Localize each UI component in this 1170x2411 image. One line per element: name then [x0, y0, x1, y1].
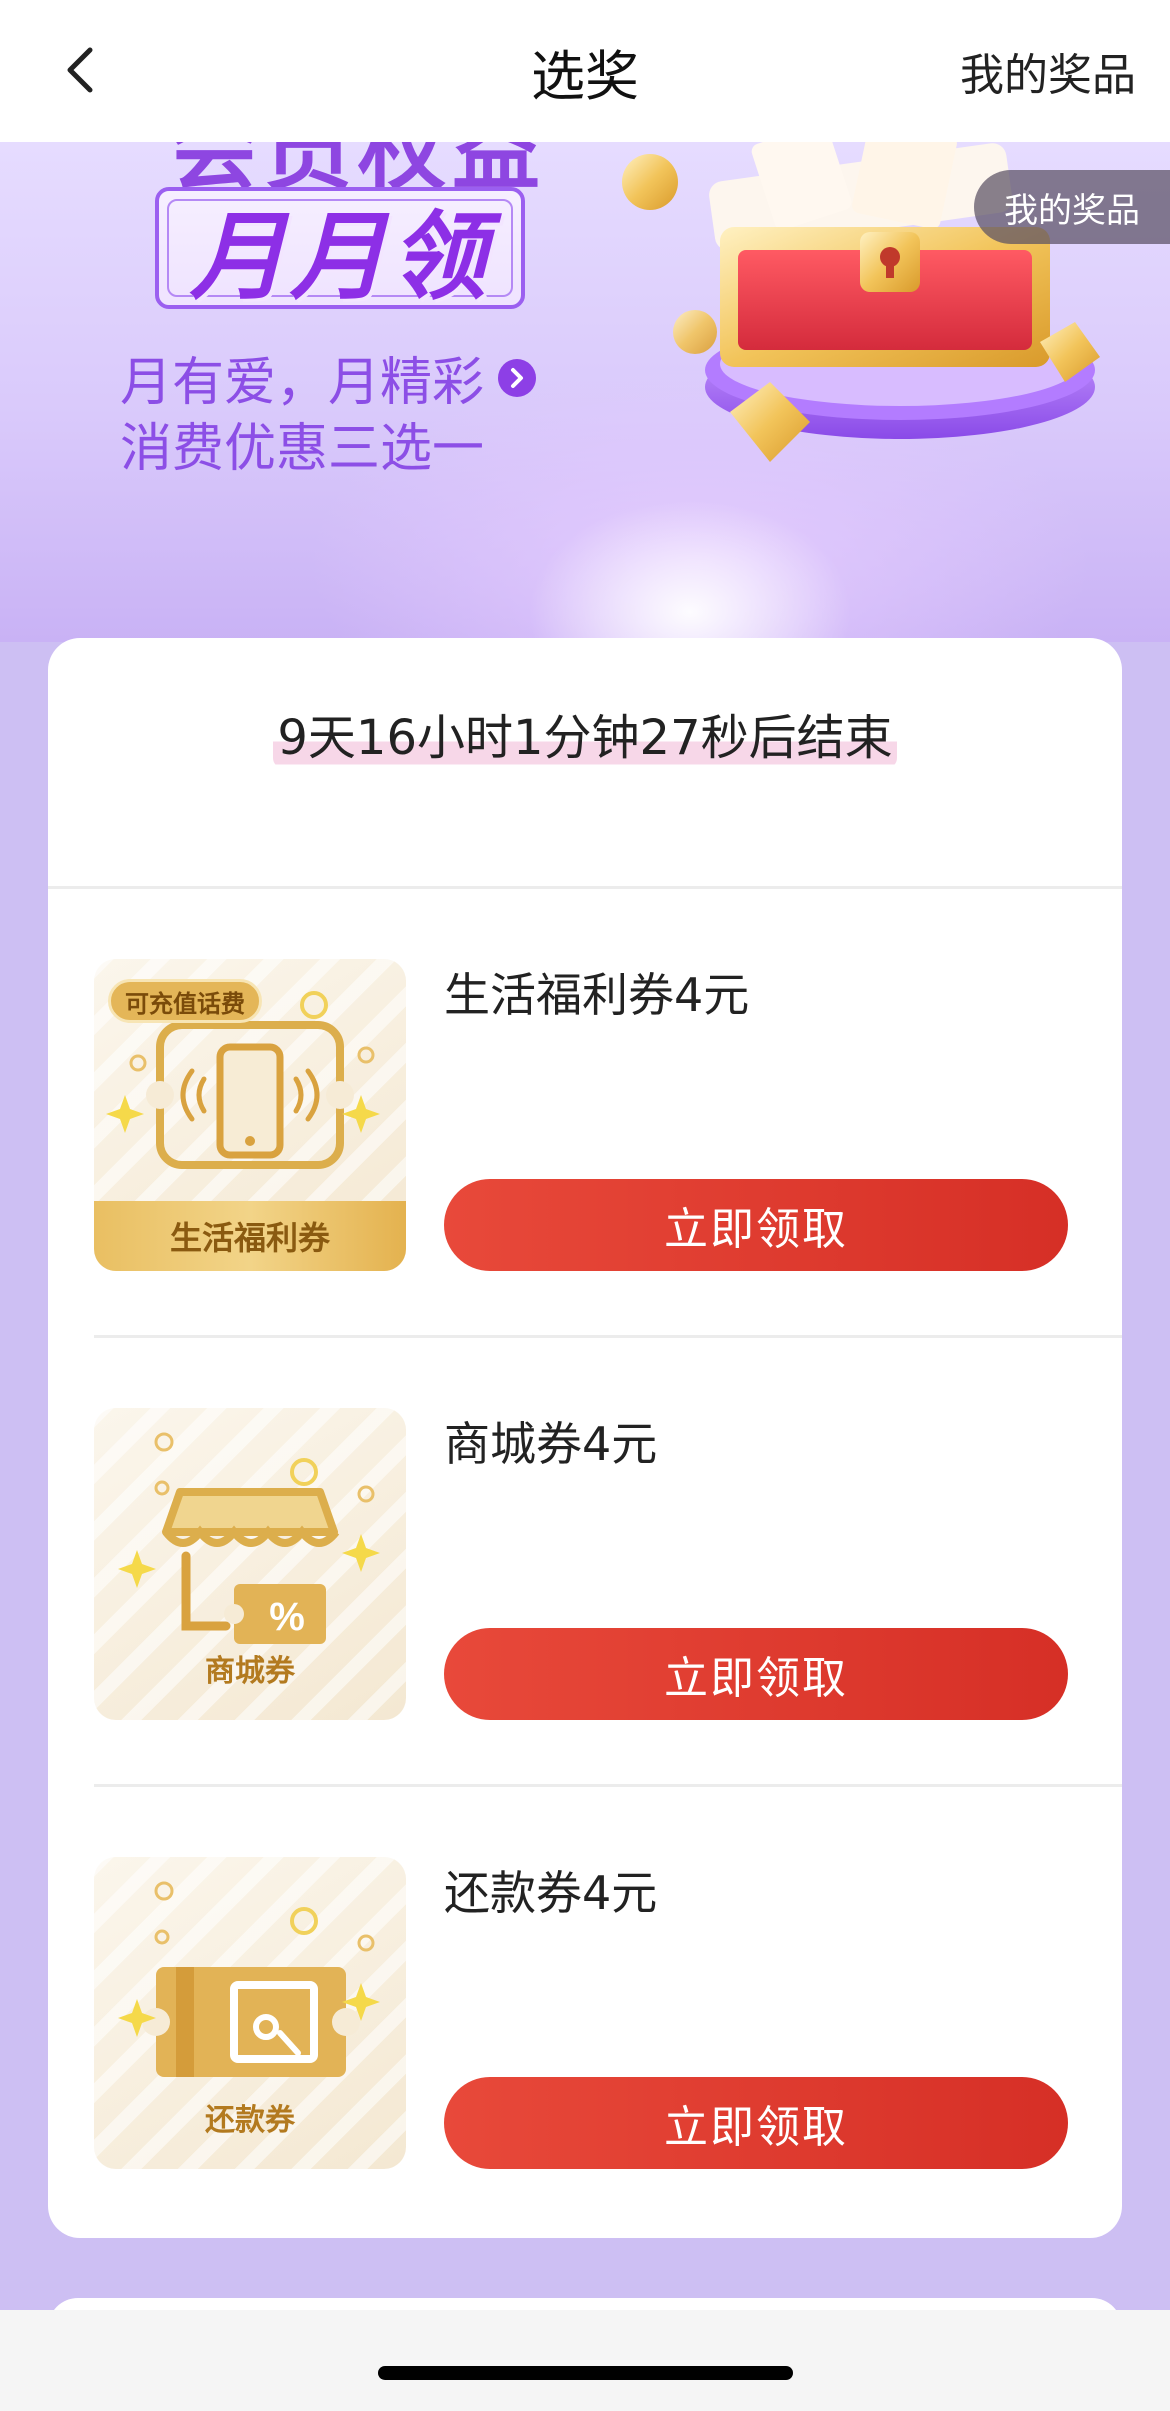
my-prizes-link[interactable]: 我的奖品 [960, 0, 1136, 142]
back-button[interactable] [50, 40, 110, 100]
divider [48, 886, 1122, 889]
prize-name: 商城券4元 [444, 1417, 658, 1471]
home-bar [0, 2310, 1170, 2411]
svg-text:%: % [269, 1595, 305, 1639]
countdown-row: 9天16小时1分钟27秒后结束 [48, 698, 1122, 768]
claim-button[interactable]: 立即领取 [444, 1628, 1068, 1720]
prize-item: % 商城券 商城券4元 立即领取 [94, 1408, 1122, 1720]
thumb-label: 还款券 [205, 2103, 295, 2138]
claim-button[interactable]: 立即领取 [444, 1179, 1068, 1271]
prize-item: 可充值话费 生活福利券 生活福利券4元 立即领取 [94, 959, 1122, 1271]
prize-thumbnail: % 商城券 [94, 1408, 406, 1720]
hero-slogan: 月有爱，月精彩 [120, 353, 485, 413]
prize-name: 生活福利券4元 [444, 968, 750, 1022]
hero-badge-text: 月月领 [190, 200, 490, 313]
home-indicator[interactable] [378, 2366, 793, 2380]
hero-badge: 月月领 [155, 187, 525, 313]
prize-thumbnail: 可充值话费 生活福利券 [94, 959, 406, 1271]
prize-thumbnail: 还款券 [94, 1857, 406, 2169]
my-prizes-floating-button[interactable]: 我的奖品 [974, 170, 1170, 244]
countdown-timer: 9天16小时1分钟27秒后结束 [273, 698, 897, 768]
thumb-tag: 可充值话费 [108, 979, 262, 1023]
divider [94, 1784, 1122, 1787]
hero-subtitle: 消费优惠三选一 [120, 419, 485, 479]
chevron-right-circle-icon [498, 358, 537, 397]
prize-name: 还款券4元 [444, 1866, 658, 1920]
chevron-left-icon [67, 47, 93, 93]
divider [94, 1335, 1122, 1338]
claim-button[interactable]: 立即领取 [444, 2077, 1068, 2169]
top-nav-bar: 选奖 我的奖品 [0, 0, 1170, 142]
page: 选奖 我的奖品 会员权益 月月领 月有爱，月精彩 消费优惠三选一 我的奖品 9天… [0, 0, 1170, 2411]
prize-card: 9天16小时1分钟27秒后结束 可充值话费 生活福利券 生活福利券4元 立即领取… [48, 638, 1122, 2238]
thumb-label: 商城券 [205, 1654, 295, 1689]
prize-item: 还款券 还款券4元 立即领取 [94, 1857, 1122, 2169]
thumb-label: 生活福利券 [94, 1201, 406, 1271]
hero-rules-link[interactable]: 月有爱，月精彩 [120, 340, 537, 415]
